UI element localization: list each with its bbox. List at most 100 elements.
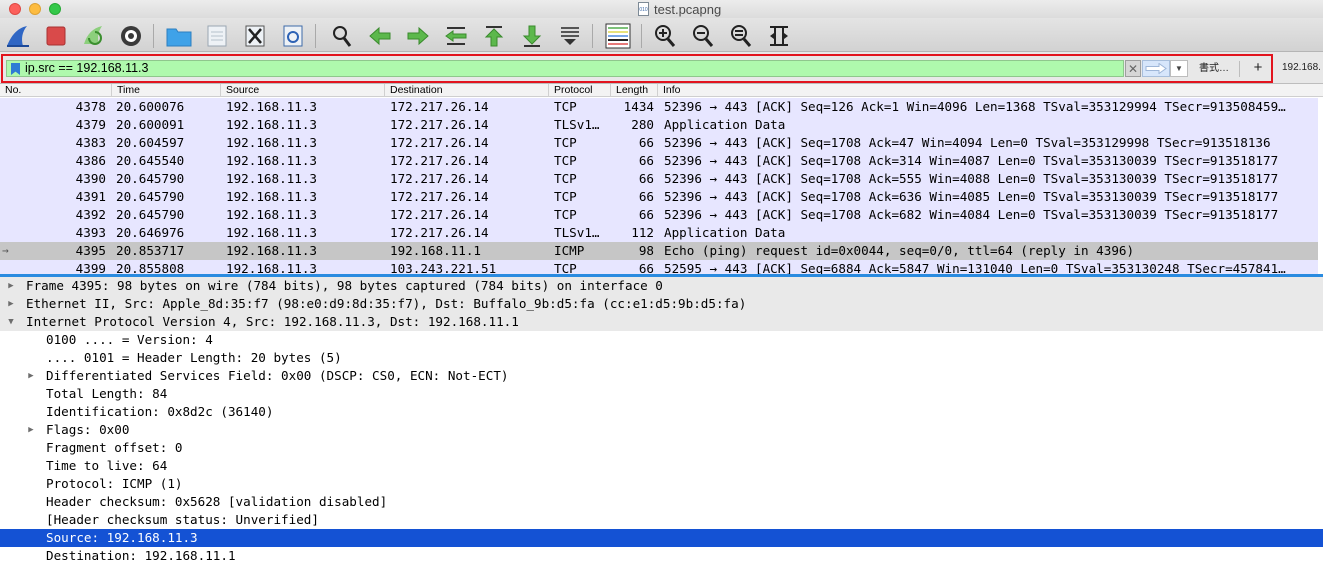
detail-tree-label: Total Length: 84 [46, 386, 168, 401]
packet-length: 66 [638, 135, 654, 150]
apply-filter-button[interactable] [1142, 60, 1170, 77]
packet-info: Echo (ping) request id=0x0044, seq=0/0, … [664, 243, 1135, 258]
window-title: 010 test.pcapng [638, 1, 721, 17]
column-header-time[interactable]: Time [112, 84, 221, 97]
zoom-normal-icon[interactable] [727, 22, 755, 50]
auto-scroll-icon[interactable] [556, 22, 584, 50]
packet-row[interactable]: 4386 20.645540 192.168.11.3 172.217.26.14 TC… [0, 152, 1318, 170]
column-header-source[interactable]: Source [221, 84, 385, 97]
restart-capture-icon[interactable] [79, 22, 107, 50]
packet-length: 98 [638, 243, 654, 258]
detail-tree-item[interactable]: ▶ Differentiated Services Field: 0x00 (DS… [0, 367, 1323, 385]
packet-info: 52396 → 443 [ACK] Seq=1708 Ack=47 Win=40… [664, 135, 1271, 150]
packet-row[interactable]: 4383 20.604597 192.168.11.3 172.217.26.14 TC… [0, 134, 1318, 152]
minimize-window-button[interactable] [29, 3, 41, 15]
packet-row[interactable]: 4390 20.645790 192.168.11.3 172.217.26.14 TC… [0, 170, 1318, 188]
packet-info: 52396 → 443 [ACK] Seq=1708 Ack=314 Win=4… [664, 153, 1279, 168]
main-toolbar [0, 18, 1323, 52]
clear-filter-button[interactable]: ✕ [1125, 60, 1141, 77]
close-window-button[interactable] [9, 3, 21, 15]
packet-row[interactable]: 4378 20.600076 192.168.11.3 172.217.26.14 TC… [0, 98, 1318, 116]
detail-tree-item[interactable]: .... 0101 = Header Length: 20 bytes (5) [0, 349, 1323, 367]
detail-tree-item[interactable]: [Header checksum status: Unverified] [0, 511, 1323, 529]
packet-length: 66 [638, 207, 654, 222]
detail-tree-item[interactable]: Protocol: ICMP (1) [0, 475, 1323, 493]
detail-tree-item[interactable]: 0100 .... = Version: 4 [0, 331, 1323, 349]
zoom-out-icon[interactable] [689, 22, 717, 50]
detail-tree-label: Ethernet II, Src: Apple_8d:35:f7 (98:e0:… [26, 296, 747, 311]
column-header-length[interactable]: Length [611, 84, 658, 97]
shark-fin-start-icon[interactable] [4, 22, 32, 50]
expanded-triangle-icon[interactable]: ▼ [6, 313, 16, 331]
detail-tree-item[interactable]: ▶ Flags: 0x00 [0, 421, 1323, 439]
add-filter-button[interactable]: + [1249, 59, 1267, 77]
colorize-icon[interactable] [604, 22, 632, 50]
column-header-protocol[interactable]: Protocol [549, 84, 611, 97]
expression-button[interactable]: 書式… [1192, 61, 1236, 77]
packet-row[interactable]: → 4395 20.853717 192.168.11.3 192.168.11.1 IC… [0, 242, 1318, 260]
detail-tree-label: Header checksum: 0x5628 [validation disa… [46, 494, 388, 509]
capture-options-icon[interactable] [117, 22, 145, 50]
packet-row[interactable]: 4392 20.645790 192.168.11.3 172.217.26.14 TC… [0, 206, 1318, 224]
go-to-packet-icon[interactable] [442, 22, 470, 50]
detail-tree-item[interactable]: Header checksum: 0x5628 [validation disa… [0, 493, 1323, 511]
find-packet-icon[interactable] [328, 22, 356, 50]
column-header-no[interactable]: No. [0, 84, 112, 97]
detail-tree-label: Flags: 0x00 [46, 422, 130, 437]
display-filter-input[interactable]: ip.src == 192.168.11.3 [6, 60, 1124, 77]
detail-tree-item[interactable]: Destination: 192.168.11.1 [0, 547, 1323, 565]
maximize-window-button[interactable] [49, 3, 61, 15]
window-title-text: test.pcapng [654, 1, 722, 17]
collapsed-triangle-icon[interactable]: ▶ [6, 295, 16, 313]
go-first-packet-icon[interactable] [480, 22, 508, 50]
filter-history-dropdown[interactable]: ▼ [1170, 60, 1188, 77]
detail-tree-item[interactable]: ▶ Ethernet II, Src: Apple_8d:35:f7 (98:e0… [0, 295, 1323, 313]
column-header-info[interactable]: Info [658, 84, 1323, 97]
collapsed-triangle-icon[interactable]: ▶ [26, 421, 36, 439]
packet-info: Application Data [664, 225, 786, 240]
packet-length: 66 [638, 189, 654, 204]
collapsed-triangle-icon[interactable]: ▶ [26, 367, 36, 385]
title-bar: 010 test.pcapng [0, 0, 1323, 18]
detail-tree-item[interactable]: ▼ Internet Protocol Version 4, Src: 192.1… [0, 313, 1323, 331]
filter-button-label[interactable]: 192.168. [1282, 62, 1321, 73]
packet-list-header: No. Time Source Destination Protocol Len… [0, 84, 1323, 97]
bookmark-icon[interactable] [11, 63, 20, 75]
detail-tree-item[interactable]: Fragment offset: 0 [0, 439, 1323, 457]
stop-capture-icon[interactable] [42, 22, 70, 50]
detail-tree-item[interactable]: Total Length: 84 [0, 385, 1323, 403]
detail-tree-label: Identification: 0x8d2c (36140) [46, 404, 274, 419]
detail-tree-item[interactable]: Time to live: 64 [0, 457, 1323, 475]
packet-row[interactable]: 4399 20.855808 192.168.11.3 103.243.221.51 T… [0, 260, 1318, 274]
resize-columns-icon[interactable] [765, 22, 793, 50]
go-back-icon[interactable] [366, 22, 394, 50]
detail-tree-label: Fragment offset: 0 [46, 440, 183, 455]
save-file-icon[interactable] [203, 22, 231, 50]
packet-length: 280 [631, 117, 654, 132]
detail-tree-label: .... 0101 = Header Length: 20 bytes (5) [46, 350, 342, 365]
open-file-icon[interactable] [165, 22, 193, 50]
go-forward-icon[interactable] [404, 22, 432, 50]
chevron-down-icon: ▼ [1175, 64, 1183, 73]
arrow-right-icon [1145, 63, 1167, 74]
detail-tree-label: Time to live: 64 [46, 458, 168, 473]
collapsed-triangle-icon[interactable]: ▶ [6, 277, 16, 295]
packet-length: 66 [638, 261, 654, 274]
display-filter-value: ip.src == 192.168.11.3 [25, 61, 149, 75]
packet-row[interactable]: 4379 20.600091 192.168.11.3 172.217.26.14 TL… [0, 116, 1318, 134]
packet-info: 52396 → 443 [ACK] Seq=1708 Ack=636 Win=4… [664, 189, 1279, 204]
packet-row[interactable]: 4391 20.645790 192.168.11.3 172.217.26.14 TC… [0, 188, 1318, 206]
reload-file-icon[interactable] [279, 22, 307, 50]
packet-map-scrollbar[interactable] [1318, 97, 1323, 274]
detail-tree-item[interactable]: Identification: 0x8d2c (36140) [0, 403, 1323, 421]
detail-tree-label: Differentiated Services Field: 0x00 (DSC… [46, 368, 509, 383]
detail-tree-item[interactable]: ▶ Frame 4395: 98 bytes on wire (784 bits)… [0, 277, 1323, 295]
packet-row[interactable]: 4393 20.646976 192.168.11.3 172.217.26.14 TL… [0, 224, 1318, 242]
detail-tree-label: Protocol: ICMP (1) [46, 476, 183, 491]
zoom-in-icon[interactable] [651, 22, 679, 50]
go-last-packet-icon[interactable] [518, 22, 546, 50]
close-file-icon[interactable] [241, 22, 269, 50]
detail-tree-item[interactable]: Source: 192.168.11.3 [0, 529, 1323, 547]
column-header-destination[interactable]: Destination [385, 84, 549, 97]
packet-length: 66 [638, 171, 654, 186]
